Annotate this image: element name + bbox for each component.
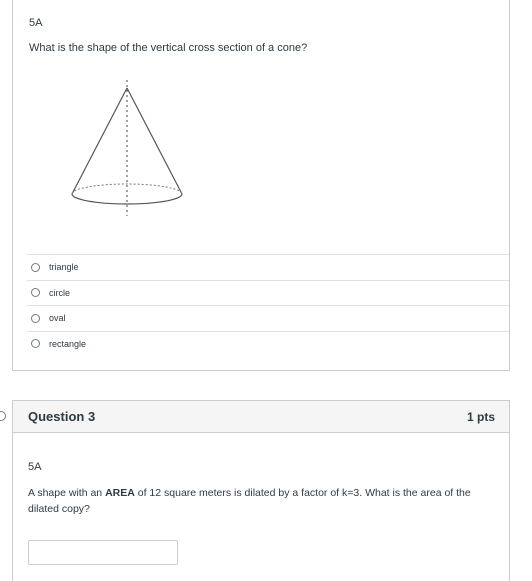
question-text: What is the shape of the vertical cross … <box>29 42 308 54</box>
answer-option-oval[interactable]: oval <box>27 305 509 331</box>
answer-label: rectangle <box>49 338 87 349</box>
radio-button[interactable] <box>31 339 40 349</box>
answer-list: triangle circle oval rectangle <box>27 254 509 356</box>
answer-label: circle <box>49 287 71 298</box>
question-label: 5A <box>29 17 43 29</box>
radio-button[interactable] <box>31 313 40 323</box>
question-points: 1 pts <box>466 409 495 424</box>
answer-option-rectangle[interactable]: rectangle <box>27 330 509 357</box>
question-title: Question 3 <box>28 409 96 424</box>
question-1-card: 5A What is the shape of the vertical cro… <box>12 0 510 371</box>
question-label: 5A <box>28 461 42 473</box>
radio-button[interactable] <box>31 288 40 298</box>
question-status-indicator-icon <box>0 411 6 421</box>
question-text-part: A shape with an <box>28 487 106 499</box>
cone-diagram <box>71 80 183 216</box>
answer-option-triangle[interactable]: triangle <box>27 254 509 280</box>
question-header: Question 3 1 pts <box>13 401 509 433</box>
radio-button[interactable] <box>31 262 40 272</box>
question-3-card: Question 3 1 pts 5A A shape with an AREA… <box>12 400 510 581</box>
answer-input[interactable] <box>28 540 178 565</box>
answer-option-circle[interactable]: circle <box>27 279 509 306</box>
question-text-emphasis: AREA <box>105 487 135 499</box>
answer-label: oval <box>49 313 66 324</box>
answer-label: triangle <box>49 262 79 273</box>
question-text: A shape with an AREA of 12 square meters… <box>28 485 488 517</box>
